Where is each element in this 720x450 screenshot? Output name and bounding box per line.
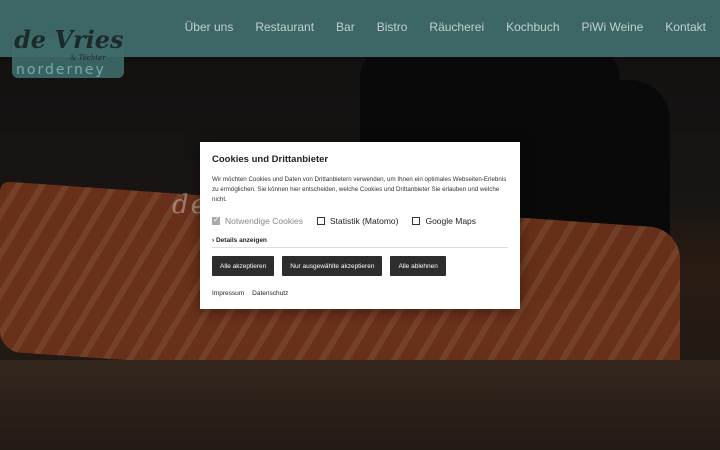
dialog-description: Wir möchten Cookies und Daten von Dritta… [212, 176, 507, 203]
nav-item-piwi-weine[interactable]: PiWi Weine [582, 20, 644, 34]
details-toggle[interactable]: › Details anzeigen [212, 237, 508, 248]
nav-item-ueber-uns[interactable]: Über uns [185, 20, 234, 34]
privacy-link[interactable]: Datenschutz [252, 290, 288, 297]
cookie-options: Notwendige Cookies Statistik (Matomo) Go… [212, 213, 508, 229]
nav-item-kochbuch[interactable]: Kochbuch [506, 20, 559, 34]
google-maps-checkbox[interactable] [412, 217, 421, 225]
nav-item-bistro[interactable]: Bistro [377, 20, 408, 34]
nav-item-bar[interactable]: Bar [336, 20, 355, 34]
nav-item-kontakt[interactable]: Kontakt [665, 20, 706, 34]
dialog-title: Cookies und Drittanbieter [212, 154, 329, 165]
option-label: Statistik (Matomo) [329, 216, 399, 226]
nav-item-raeucherei[interactable]: Räucherei [429, 20, 484, 34]
imprint-link[interactable]: Impressum [212, 290, 244, 297]
dialog-links: Impressum Datenschutz [212, 290, 508, 297]
site-logo[interactable]: de Vries & Töchter norderney [10, 8, 126, 80]
accept-all-button[interactable]: Alle akzeptieren [212, 256, 275, 276]
option-statistics[interactable]: Statistik (Matomo) [316, 216, 399, 226]
logo-wordmark: de Vries [14, 25, 124, 54]
logo-location: norderney [16, 62, 106, 78]
option-necessary: Notwendige Cookies [212, 215, 303, 226]
statistics-checkbox[interactable] [316, 217, 325, 225]
option-label: Notwendige Cookies [225, 216, 303, 226]
option-label: Google Maps [425, 216, 477, 226]
nav-item-restaurant[interactable]: Restaurant [255, 20, 314, 34]
accept-selected-button[interactable]: Nur ausgewählte akzeptieren [282, 256, 383, 276]
dialog-buttons: Alle akzeptieren Nur ausgewählte akzepti… [212, 256, 508, 276]
necessary-checkbox [212, 215, 220, 225]
cookie-dialog: Cookies und Drittanbieter Wir möchten Co… [200, 142, 520, 309]
logo-subline: & Töchter [70, 54, 106, 62]
reject-all-button[interactable]: Alle ablehnen [390, 256, 446, 276]
main-nav: Über uns Restaurant Bar Bistro Räucherei… [163, 20, 706, 34]
option-google-maps[interactable]: Google Maps [412, 216, 476, 226]
